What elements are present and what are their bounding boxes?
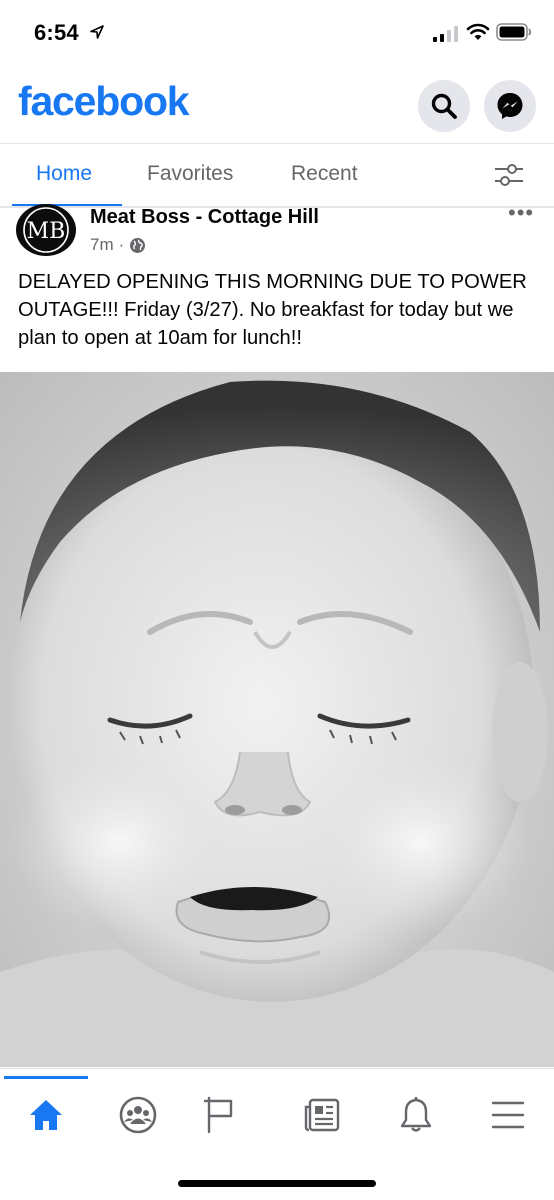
- nav-groups[interactable]: [116, 1093, 160, 1137]
- nav-menu[interactable]: [486, 1093, 530, 1137]
- post-photo[interactable]: [0, 372, 554, 1067]
- nav-home[interactable]: [24, 1093, 68, 1137]
- groups-icon: [119, 1096, 157, 1134]
- meta-separator: ·: [118, 235, 125, 254]
- location-arrow-icon: [90, 25, 104, 39]
- pages-flag-icon: [204, 1096, 233, 1134]
- filter-sliders-icon[interactable]: [494, 162, 524, 188]
- feed-tabs: Home Favorites Recent: [0, 143, 554, 207]
- messenger-button[interactable]: [484, 80, 536, 132]
- news-icon: [304, 1098, 340, 1132]
- search-button[interactable]: [418, 80, 470, 132]
- svg-text:MB: MB: [27, 219, 66, 244]
- meat-boss-logo: MB: [23, 207, 69, 253]
- crying-baby-photo: [0, 372, 554, 1067]
- notifications-bell-icon: [400, 1097, 432, 1132]
- facebook-logo[interactable]: facebook: [18, 78, 190, 125]
- search-icon: [431, 93, 457, 119]
- post-text: DELAYED OPENING THIS MORNING DUE TO POWE…: [18, 271, 527, 349]
- tab-favorites[interactable]: Favorites: [147, 162, 233, 186]
- cellular-signal-icon: [433, 26, 458, 42]
- tab-recent[interactable]: Recent: [291, 162, 358, 186]
- nav-notifications[interactable]: [394, 1093, 438, 1137]
- status-time: 6:54: [34, 20, 79, 45]
- home-icon: [30, 1100, 62, 1130]
- globe-icon: [130, 237, 146, 253]
- wifi-icon: [466, 23, 490, 40]
- nav-news[interactable]: [300, 1093, 344, 1137]
- post-author[interactable]: Meat Boss - Cottage Hill: [90, 206, 319, 229]
- post-time[interactable]: 7m: [90, 235, 114, 255]
- app-header: facebook: [0, 72, 554, 136]
- active-nav-indicator: [4, 1076, 88, 1079]
- status-bar: 6:54: [0, 0, 554, 60]
- post-more-button[interactable]: •••: [508, 200, 540, 225]
- battery-icon: [496, 23, 532, 41]
- post-meta: 7m ·: [90, 235, 146, 255]
- home-indicator-bar[interactable]: [178, 1180, 376, 1187]
- tab-home[interactable]: Home: [36, 162, 92, 186]
- menu-icon: [491, 1101, 525, 1129]
- nav-pages[interactable]: [198, 1093, 242, 1137]
- page-avatar[interactable]: MB: [16, 204, 76, 256]
- messenger-icon: [497, 93, 523, 119]
